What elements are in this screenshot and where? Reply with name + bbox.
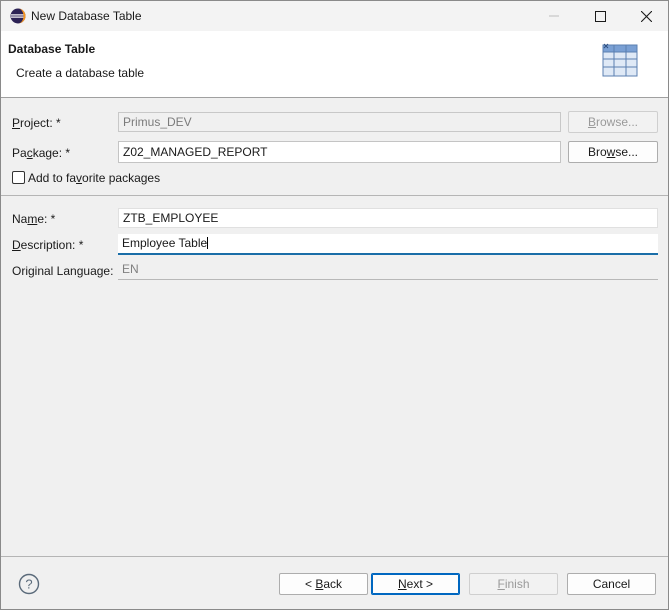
- close-icon: [640, 10, 652, 22]
- help-icon[interactable]: ?: [18, 573, 40, 595]
- svg-text:?: ?: [25, 577, 32, 592]
- favorite-checkbox-label[interactable]: Add to favorite packages: [28, 171, 160, 185]
- minimize-button[interactable]: [531, 1, 577, 31]
- original-language-field: EN: [118, 260, 658, 280]
- package-field[interactable]: Z02_MANAGED_REPORT: [118, 141, 561, 163]
- description-label: Description: *: [12, 238, 84, 252]
- cancel-button[interactable]: Cancel: [567, 573, 656, 595]
- table-wizard-icon: [602, 43, 638, 77]
- eclipse-app-icon: [10, 8, 26, 24]
- original-language-label: Original Language:: [12, 264, 114, 278]
- favorite-checkbox[interactable]: [12, 171, 25, 184]
- maximize-icon: [594, 10, 606, 22]
- form-separator: [1, 195, 668, 196]
- package-browse-button[interactable]: Browse...: [568, 141, 658, 163]
- back-button[interactable]: < Back: [279, 573, 368, 595]
- name-field[interactable]: ZTB_EMPLOYEE: [118, 208, 658, 228]
- title-bar[interactable]: New Database Table: [1, 1, 668, 31]
- dialog-window: New Database Table Database Table Create…: [0, 0, 669, 610]
- header-title: Database Table: [8, 42, 96, 56]
- header-subtitle: Create a database table: [16, 66, 145, 80]
- text-cursor: [207, 237, 209, 249]
- next-button[interactable]: Next >: [371, 573, 460, 595]
- finish-button: Finish: [469, 573, 558, 595]
- project-field: Primus_DEV: [118, 112, 561, 132]
- maximize-button[interactable]: [577, 1, 623, 31]
- minimize-icon: [549, 15, 559, 17]
- project-label: Project: *: [12, 116, 61, 130]
- name-label: Name: *: [12, 212, 56, 226]
- wizard-header: Database Table Create a database table: [1, 31, 668, 98]
- close-button[interactable]: [623, 1, 669, 31]
- package-label: Package: *: [12, 146, 71, 160]
- footer-separator: [1, 556, 668, 557]
- description-field[interactable]: Employee Table: [118, 234, 658, 255]
- project-browse-button: Browse...: [568, 111, 658, 133]
- window-title: New Database Table: [31, 9, 142, 23]
